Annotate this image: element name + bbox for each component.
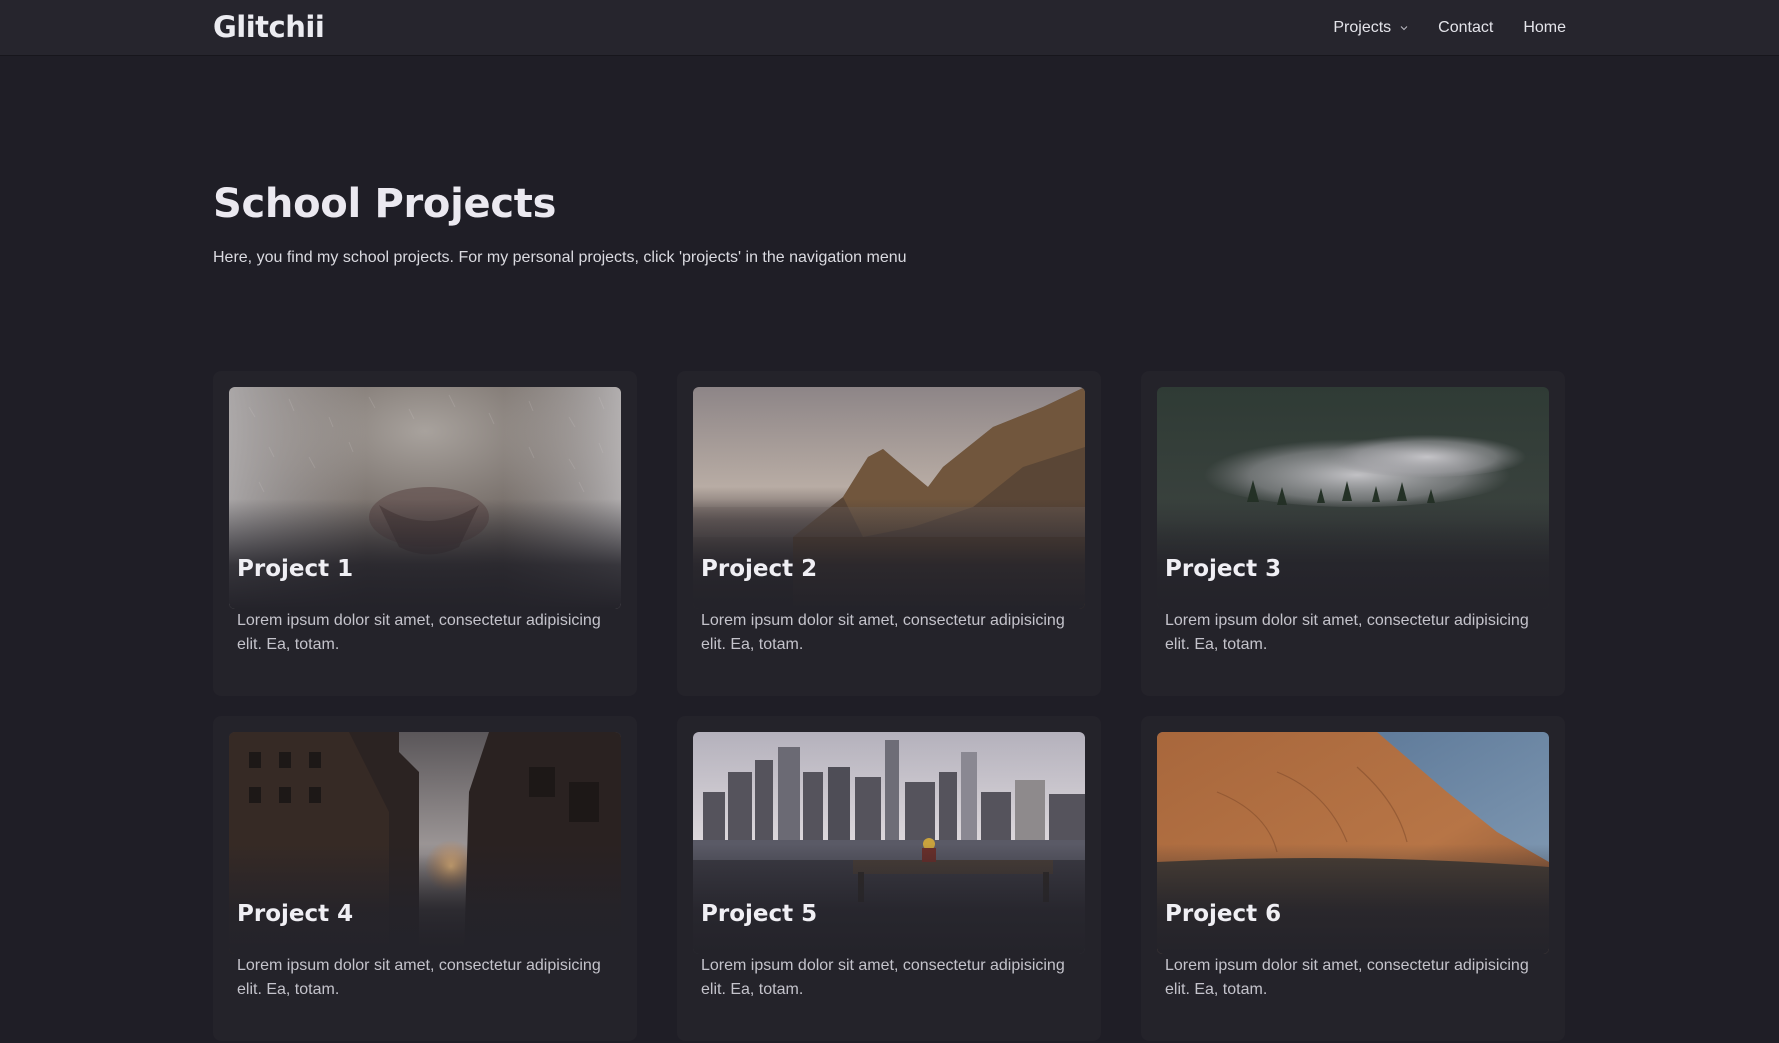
page-title: School Projects: [213, 181, 557, 227]
project-card-text: Lorem ipsum dolor sit amet, consectetur …: [237, 957, 601, 998]
nav-projects-label: Projects: [1333, 18, 1392, 36]
project-card-1[interactable]: Project 1 Lorem ipsum dolor sit amet, co…: [213, 371, 637, 696]
chevron-down-icon: [1400, 25, 1408, 30]
project-card-title: Project 5: [701, 901, 818, 927]
project-card-text: Lorem ipsum dolor sit amet, consectetur …: [237, 612, 601, 653]
project-card-text: Lorem ipsum dolor sit amet, consectetur …: [1165, 612, 1529, 653]
project-card-title: Project 3: [1165, 556, 1282, 582]
project-card-3[interactable]: Project 3 Lorem ipsum dolor sit amet, co…: [1141, 371, 1565, 696]
project-grid: Project 1 Lorem ipsum dolor sit amet, co…: [213, 371, 1566, 1041]
project-card-text: Lorem ipsum dolor sit amet, consectetur …: [701, 957, 1065, 998]
project-card-text: Lorem ipsum dolor sit amet, consectetur …: [1165, 957, 1529, 998]
project-card-title: Project 1: [237, 556, 354, 582]
project-card-4[interactable]: Project 4 Lorem ipsum dolor sit amet, co…: [213, 716, 637, 1041]
project-card-2[interactable]: Project 2 Lorem ipsum dolor sit amet, co…: [677, 371, 1101, 696]
main-nav: Projects Contact Home: [1333, 0, 1566, 55]
nav-projects-dropdown[interactable]: Projects: [1333, 18, 1408, 38]
project-card-title: Project 2: [701, 556, 818, 582]
project-card-text: Lorem ipsum dolor sit amet, consectetur …: [701, 612, 1065, 653]
project-card-6[interactable]: Project 6 Lorem ipsum dolor sit amet, co…: [1141, 716, 1565, 1041]
navbar: Glitchii Projects Contact Home: [0, 0, 1779, 55]
brand-logo[interactable]: Glitchii: [213, 8, 325, 46]
nav-contact-link[interactable]: Contact: [1438, 18, 1493, 38]
nav-home-link[interactable]: Home: [1523, 18, 1566, 38]
page-subtitle: Here, you find my school projects. For m…: [213, 249, 907, 266]
project-card-5[interactable]: Project 5 Lorem ipsum dolor sit amet, co…: [677, 716, 1101, 1041]
project-card-title: Project 4: [237, 901, 354, 927]
project-card-title: Project 6: [1165, 901, 1282, 927]
